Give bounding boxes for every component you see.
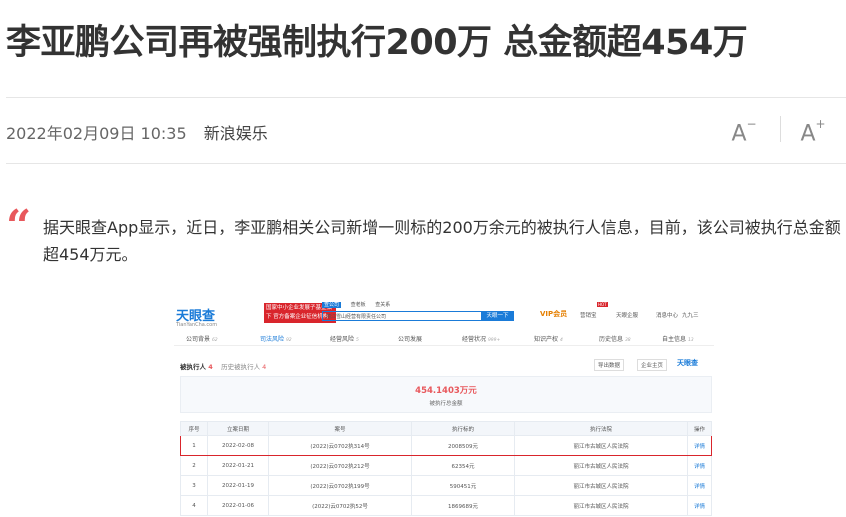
embedded-screenshot: 天眼查 TianYanCha.com 国家中小企业发展子基金旗下 官方备案企业征… (170, 297, 720, 517)
tab-operating-risk[interactable]: 经营风险 5 (330, 334, 359, 343)
cell-index: 4 (180, 495, 208, 516)
publish-date: 2022年02月09日 10:35 (6, 124, 187, 143)
col-case-no: 案号 (268, 421, 412, 436)
nav-user[interactable]: 九九三 (682, 311, 699, 319)
cell-amount: 590451元 (411, 475, 515, 496)
search-button[interactable]: 天眼一下 (481, 311, 514, 321)
table-row: 2 2022-01-21 (2022)云0702执212号 62354元 丽江市… (180, 455, 712, 476)
col-action: 操作 (687, 421, 712, 436)
font-increase-icon: A (800, 121, 816, 147)
col-date: 立案日期 (207, 421, 269, 436)
total-amount-summary: 454.1403万元 被执行总金额 (180, 376, 712, 413)
screenshot-topbar: 天眼查 TianYanCha.com 国家中小企业发展子基金旗下 官方备案企业征… (170, 297, 720, 328)
font-increase-button[interactable]: A+ (798, 113, 828, 147)
detail-link[interactable]: 详情 (687, 455, 712, 476)
cell-amount: 62354元 (411, 455, 515, 476)
col-court: 执行法院 (514, 421, 688, 436)
nav-messages[interactable]: 消息中心 (656, 311, 678, 319)
col-amount: 执行标的 (411, 421, 515, 436)
table-header-row: 序号 立案日期 案号 执行标的 执行法院 操作 (180, 421, 712, 436)
search-input[interactable]: 丽江雪山经营有限责任公司 (322, 311, 482, 321)
cell-index: 3 (180, 475, 208, 496)
cell-case-no: (2022)云0702执212号 (268, 455, 412, 476)
nav-services[interactable]: 天眼企服 (616, 311, 638, 319)
font-decrease-button[interactable]: A− (729, 113, 759, 147)
detail-link[interactable]: 详情 (687, 495, 712, 516)
tab-judicial-risk[interactable]: 司法风险 92 (260, 334, 292, 343)
company-home-button[interactable]: 企业主页 (637, 359, 668, 371)
vip-link[interactable]: VIP会员 (540, 309, 567, 319)
cell-amount: 1869689元 (411, 495, 515, 516)
total-amount: 454.1403万元 (415, 386, 477, 396)
tab-company-background[interactable]: 公司背景 62 (186, 334, 218, 343)
tianyancha-logo: 天眼查 TianYanCha.com (176, 305, 217, 328)
meta-divider (6, 163, 846, 164)
cell-court: 丽江市古城区人民法院 (514, 455, 688, 476)
cell-case-no: (2022)云0702执199号 (268, 475, 412, 496)
cell-date: 2022-01-21 (207, 455, 269, 476)
nav-marketing[interactable]: 营销宝 (580, 311, 597, 319)
cell-date: 2022-02-08 (207, 435, 269, 456)
cell-index: 1 (180, 435, 208, 456)
cell-court: 丽江市古城区人民法院 (514, 435, 688, 456)
table-row: 4 2022-01-06 (2022)云0702执52号 1869689元 丽江… (180, 495, 712, 516)
table-row: 1 2022-02-08 (2022)云0702执314号 2008509元 丽… (180, 435, 712, 456)
font-decrease-icon: A (731, 121, 747, 147)
history-link[interactable]: 历史被执行人 4 (221, 363, 266, 371)
tab-development[interactable]: 公司发展 (398, 334, 422, 343)
title-divider (6, 97, 846, 98)
search-tabs: 查公司 查老板 查关系 (322, 301, 398, 308)
cell-index: 2 (180, 455, 208, 476)
article-title: 李亚鹏公司再被强制执行200万 总金额超454万 (6, 23, 748, 63)
article-lead-paragraph: 据天眼查App显示，近日，李亚鹏相关公司新增一则标的200万余元的被执行人信息，… (43, 218, 841, 264)
company-tabs: 公司背景 62 司法风险 92 经营风险 5 公司发展 经营状况 999+ 知识… (174, 331, 714, 346)
font-button-separator (780, 116, 781, 142)
logo-subtext: TianYanCha.com (176, 322, 218, 328)
cell-amount: 2008509元 (411, 435, 515, 456)
hot-badge: HOT (597, 302, 608, 307)
tab-operations[interactable]: 经营状况 999+ (462, 334, 500, 343)
tab-ip[interactable]: 知识产权 4 (534, 334, 563, 343)
col-index: 序号 (180, 421, 208, 436)
tianyancha-watermark: 天眼查 (677, 359, 698, 367)
section-title: 被执行人 4 历史被执行人 4 (180, 363, 267, 371)
table-row: 3 2022-01-19 (2022)云0702执199号 590451元 丽江… (180, 475, 712, 496)
quote-icon: “ (6, 201, 32, 252)
tab-history[interactable]: 历史信息 38 (599, 334, 631, 343)
cell-court: 丽江市古城区人民法院 (514, 495, 688, 516)
cell-date: 2022-01-06 (207, 495, 269, 516)
export-button[interactable]: 导出数据 (594, 359, 625, 371)
search-tab-company[interactable]: 查公司 (322, 302, 342, 308)
cell-date: 2022-01-19 (207, 475, 269, 496)
detail-link[interactable]: 详情 (687, 475, 712, 496)
executed-person-table: 序号 立案日期 案号 执行标的 执行法院 操作 1 2022-02-08 (20… (180, 421, 712, 516)
detail-link[interactable]: 详情 (687, 435, 712, 456)
tab-self-info[interactable]: 自主信息 13 (662, 334, 694, 343)
cell-court: 丽江市古城区人民法院 (514, 475, 688, 496)
cell-case-no: (2022)云0702执52号 (268, 495, 412, 516)
cell-case-no: (2022)云0702执314号 (268, 435, 412, 456)
article-meta: 2022年02月09日 10:35 新浪娱乐 (6, 120, 268, 144)
search-tab-boss[interactable]: 查老板 (351, 302, 366, 308)
source-link[interactable]: 新浪娱乐 (204, 124, 268, 143)
total-amount-label: 被执行总金额 (429, 401, 463, 407)
search-tab-relation[interactable]: 查关系 (375, 302, 390, 308)
